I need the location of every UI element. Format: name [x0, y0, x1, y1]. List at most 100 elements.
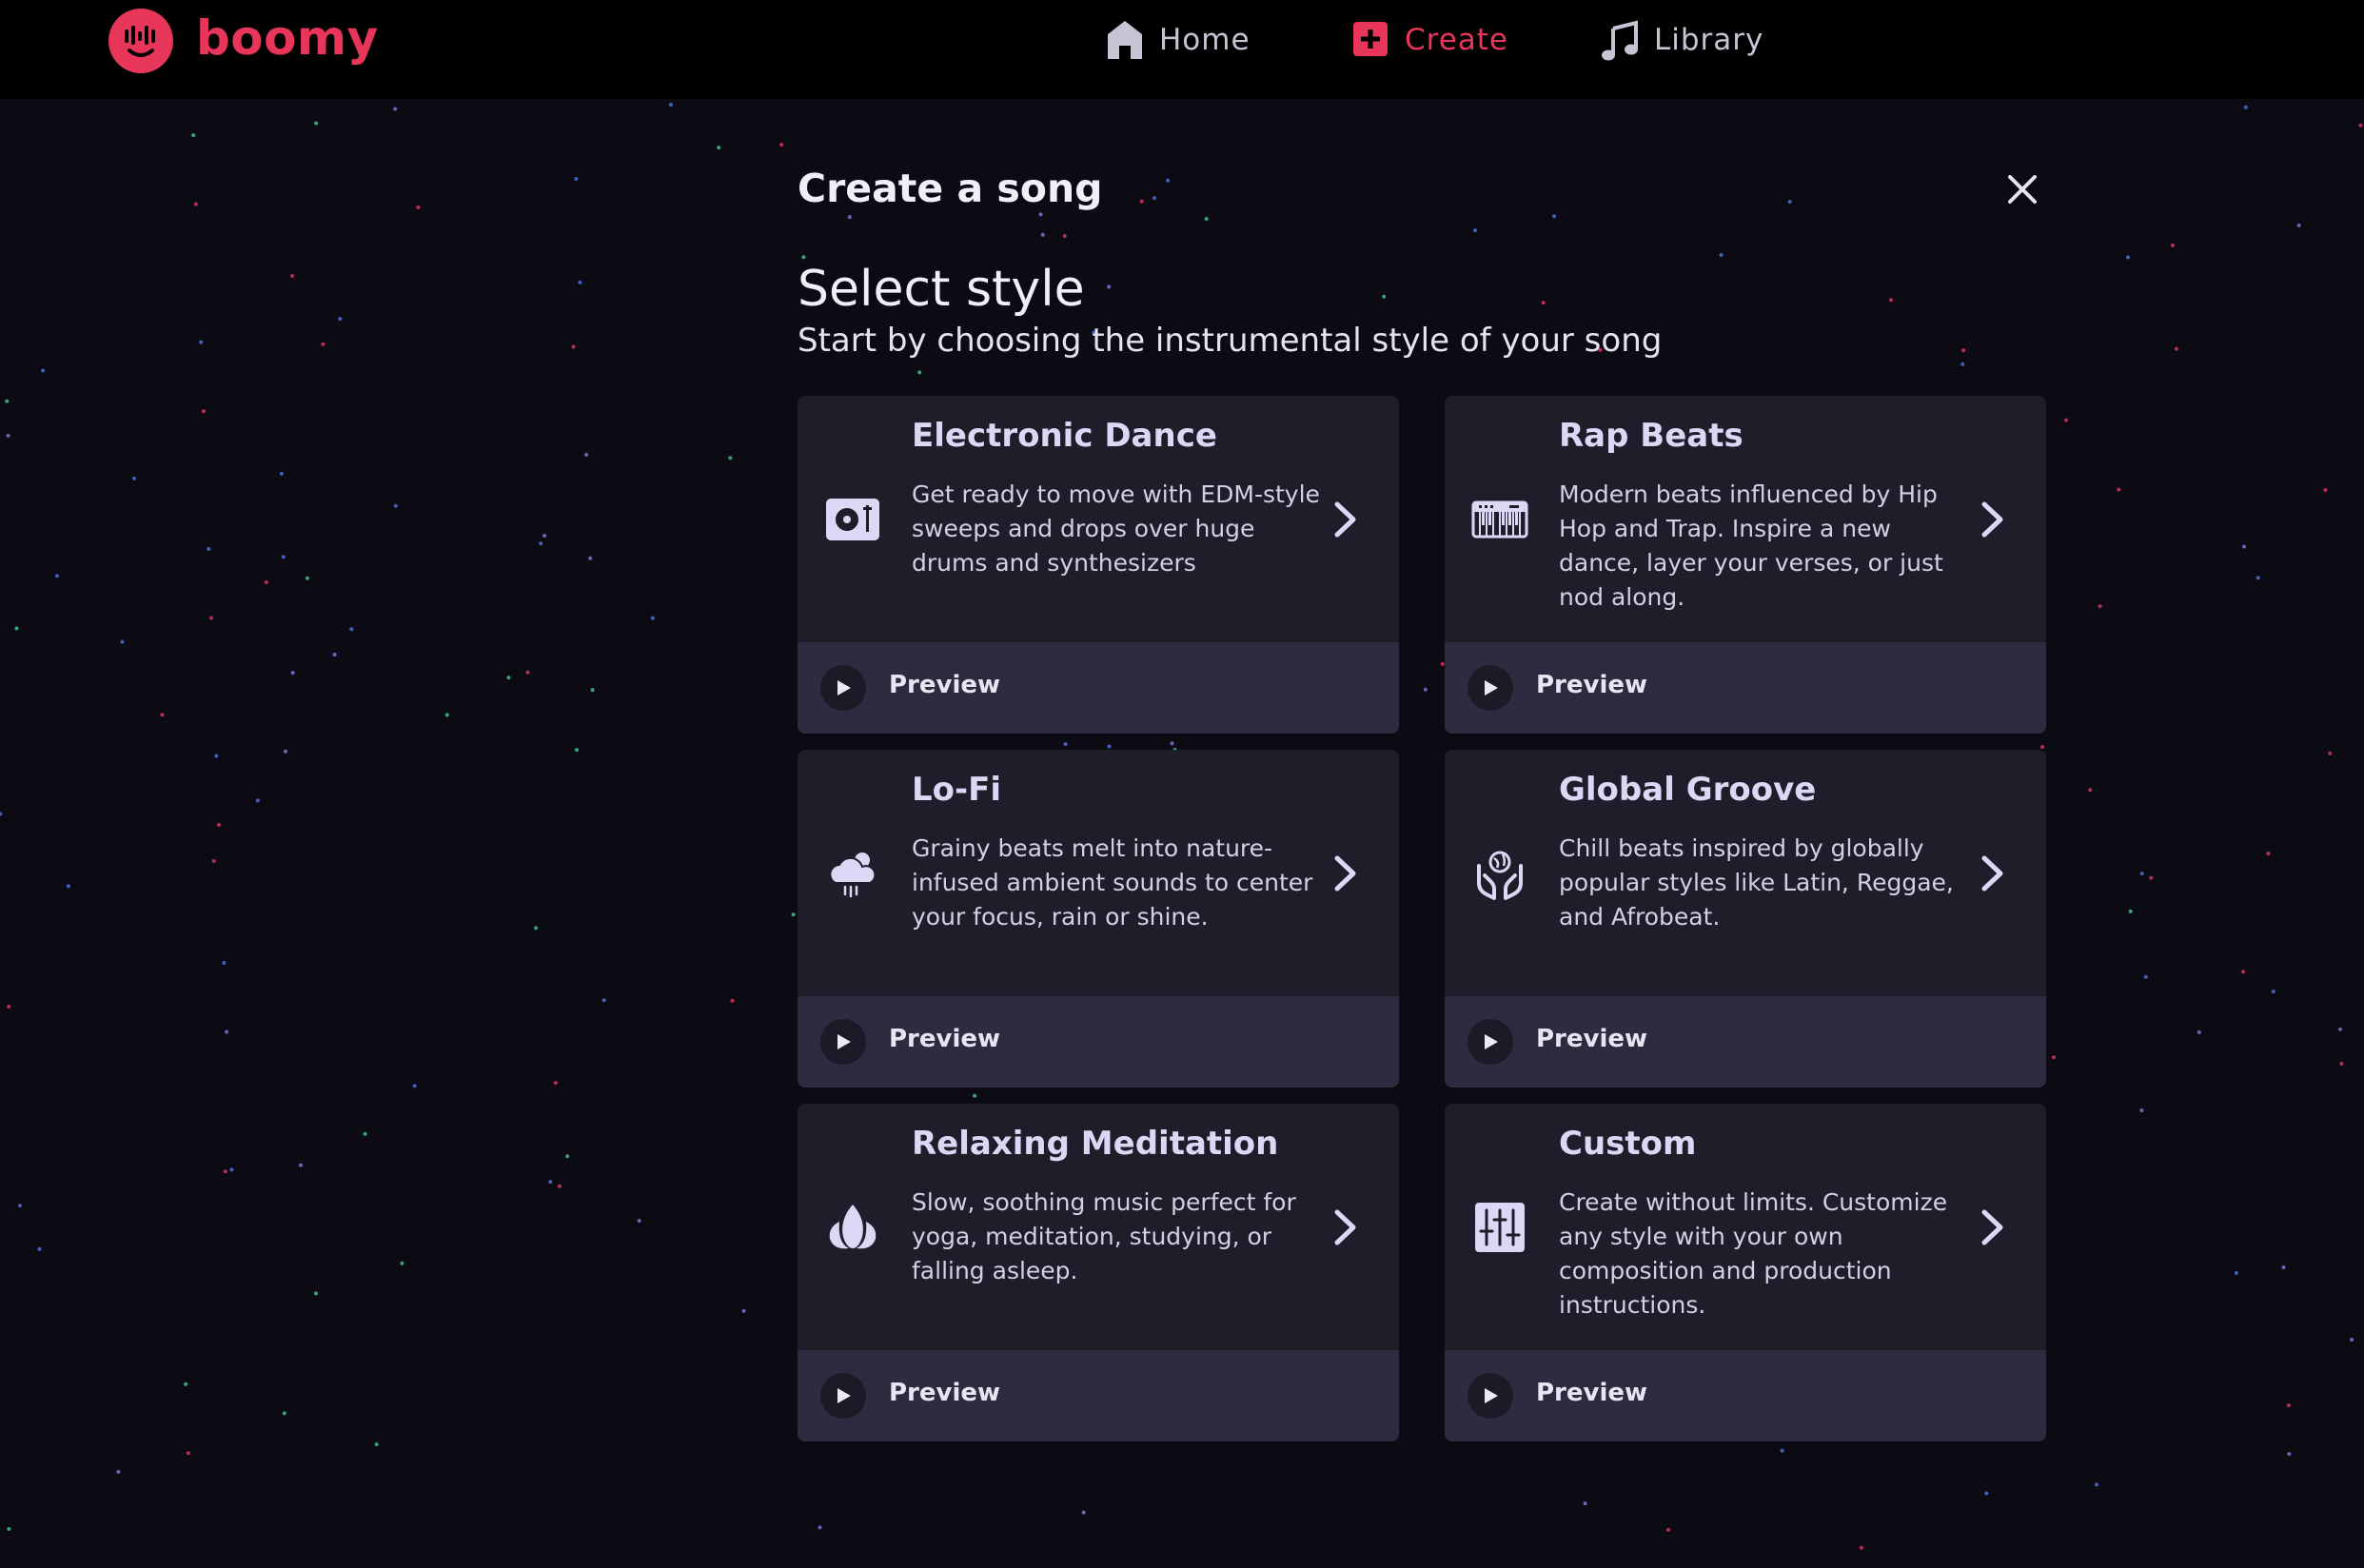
star-dot — [741, 1308, 746, 1313]
star-dot — [779, 143, 784, 147]
style-card-title: Lo-Fi — [912, 771, 1002, 809]
nav-create-label: Create — [1405, 23, 1509, 57]
close-icon — [2008, 175, 2037, 204]
star-dot — [2328, 751, 2333, 755]
star-dot — [186, 1451, 190, 1456]
star-dot — [314, 121, 319, 126]
top-navigation-bar: boomy Home Create Library — [0, 0, 2364, 99]
star-dot — [1719, 253, 1724, 257]
star-dot — [548, 1180, 553, 1185]
close-button[interactable] — [2002, 169, 2042, 209]
star-dot — [2338, 1027, 2342, 1031]
star-dot — [2281, 1265, 2286, 1269]
star-dot — [18, 1204, 22, 1208]
star-dot — [305, 576, 309, 580]
star-dot — [2170, 243, 2175, 247]
star-dot — [539, 541, 543, 546]
nav-create[interactable]: Create — [1351, 13, 1508, 67]
chevron-right-icon[interactable] — [1330, 499, 1359, 540]
star-dot — [1552, 214, 1557, 219]
preview-play-button[interactable] — [1468, 1373, 1513, 1419]
star-dot — [2296, 223, 2301, 227]
chevron-right-icon[interactable] — [1330, 1206, 1359, 1248]
preview-label[interactable]: Preview — [1536, 1025, 1647, 1053]
play-icon — [837, 680, 851, 696]
star-dot — [553, 1081, 558, 1086]
star-dot — [2271, 990, 2275, 994]
star-dot — [2350, 1338, 2354, 1342]
star-dot — [313, 1291, 318, 1296]
preview-play-button[interactable] — [1468, 1019, 1513, 1065]
star-dot — [2040, 745, 2044, 750]
star-dot — [290, 671, 295, 676]
music-note-icon — [1602, 20, 1638, 61]
star-dot — [191, 133, 196, 138]
chevron-right-icon[interactable] — [1330, 853, 1359, 894]
play-icon — [837, 1388, 851, 1403]
star-dot — [1139, 199, 1144, 204]
style-card-description: Slow, soothing music perfect for yoga, m… — [912, 1188, 1296, 1284]
star-dot — [578, 280, 582, 284]
star-dot — [37, 1246, 42, 1251]
preview-label[interactable]: Preview — [889, 1025, 1000, 1053]
star-dot — [575, 748, 579, 753]
chevron-right-icon[interactable] — [1978, 499, 2006, 540]
star-dot — [211, 859, 216, 863]
style-card-title: Relaxing Meditation — [912, 1125, 1279, 1163]
chevron-right-icon[interactable] — [1978, 1206, 2006, 1248]
style-card-footer: Preview — [1445, 642, 2046, 734]
plus-square-icon — [1353, 22, 1388, 56]
style-card-rap-beats[interactable]: Rap Beats Modern beats influenced by Hip… — [1445, 396, 2046, 734]
style-card-title: Global Groove — [1559, 771, 1817, 809]
boomy-logo[interactable]: boomy — [108, 9, 379, 73]
style-card-relaxing-meditation[interactable]: Relaxing Meditation Slow, soothing music… — [798, 1104, 1399, 1441]
star-dot — [2286, 1403, 2291, 1407]
star-dot — [338, 317, 343, 322]
star-dot — [264, 580, 268, 584]
nav-home[interactable]: Home — [1106, 13, 1251, 67]
preview-label[interactable]: Preview — [889, 1379, 1000, 1407]
star-dot — [525, 670, 530, 675]
star-dot — [2242, 544, 2246, 549]
star-dot — [255, 798, 260, 803]
star-dot — [363, 1131, 367, 1136]
star-dot — [801, 255, 806, 260]
star-dot — [321, 342, 325, 346]
style-card-lo-fi[interactable]: Lo-Fi Grainy beats melt into nature-infu… — [798, 750, 1399, 1088]
play-icon — [1485, 1388, 1498, 1403]
preview-label[interactable]: Preview — [1536, 1379, 1647, 1407]
star-dot — [2143, 974, 2148, 979]
style-card-electronic-dance[interactable]: Electronic Dance Get ready to move with … — [798, 396, 1399, 734]
star-dot — [116, 1469, 121, 1474]
star-dot — [1583, 1501, 1587, 1506]
star-dot — [2234, 1271, 2238, 1275]
star-dot — [0, 812, 3, 816]
chevron-right-icon[interactable] — [1978, 853, 2006, 894]
preview-label[interactable]: Preview — [1536, 671, 1647, 699]
preview-play-button[interactable] — [820, 1373, 866, 1419]
star-dot — [2197, 1029, 2201, 1034]
star-dot — [2243, 105, 2248, 109]
preview-play-button[interactable] — [1468, 665, 1513, 711]
star-dot — [199, 340, 204, 344]
style-card-global-groove[interactable]: Global Groove Chill beats inspired by gl… — [1445, 750, 2046, 1088]
star-dot — [818, 1525, 822, 1530]
star-dot — [222, 961, 227, 965]
star-dot — [2064, 418, 2068, 422]
star-dot — [332, 653, 337, 657]
star-dot — [1040, 232, 1045, 237]
star-dot — [2117, 487, 2121, 492]
star-dot — [1541, 301, 1546, 305]
star-dot — [973, 1093, 977, 1098]
star-dot — [669, 103, 673, 107]
style-card-footer: Preview — [798, 642, 1399, 734]
preview-label[interactable]: Preview — [889, 671, 1000, 699]
star-dot — [588, 556, 593, 560]
nav-library[interactable]: Library — [1601, 13, 1763, 67]
preview-play-button[interactable] — [820, 665, 866, 711]
star-dot — [349, 627, 354, 632]
style-card-custom[interactable]: Custom Create without limits. Customize … — [1445, 1104, 2046, 1441]
preview-play-button[interactable] — [820, 1019, 866, 1065]
play-icon — [837, 1034, 851, 1049]
boomy-face-logo-icon — [108, 9, 173, 73]
